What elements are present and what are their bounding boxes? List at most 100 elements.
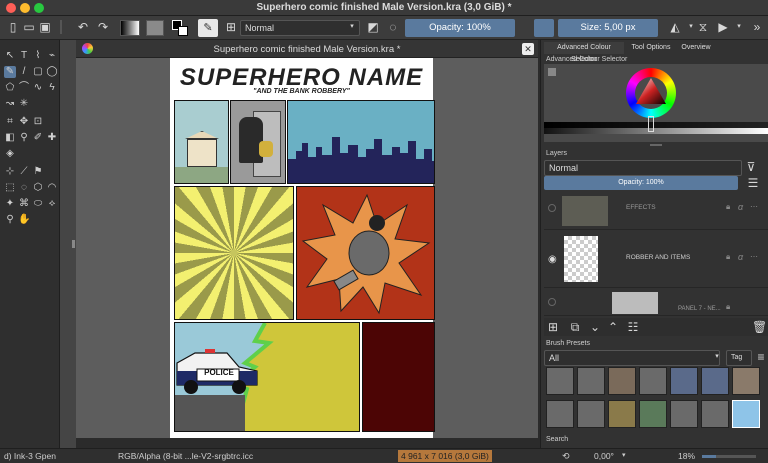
lock-icon[interactable]: 🔒︎ bbox=[726, 302, 730, 312]
colour-triangle[interactable] bbox=[634, 76, 668, 110]
brush-preset-9[interactable] bbox=[577, 400, 605, 428]
visibility-eye-icon[interactable]: ◉ bbox=[548, 254, 557, 265]
rect-select-icon[interactable]: ⬚ bbox=[4, 182, 16, 194]
zoom-value[interactable]: 18% bbox=[678, 451, 695, 461]
brush-preset-12[interactable] bbox=[670, 400, 698, 428]
bezier-tool-icon[interactable]: ∿ bbox=[32, 82, 44, 94]
rotation-icon[interactable]: ⟲ bbox=[562, 451, 570, 462]
multibrush-icon[interactable]: ✳ bbox=[18, 98, 30, 110]
text-tool-icon[interactable]: T bbox=[18, 50, 30, 62]
more-options-icon[interactable]: » bbox=[750, 20, 764, 34]
tab-tool-options[interactable]: Tool Options bbox=[626, 42, 676, 54]
brush-preset-3[interactable] bbox=[608, 367, 636, 395]
filter-icon[interactable]: ⊽ bbox=[744, 160, 758, 174]
layer-menu-icon[interactable]: ⋯ bbox=[750, 202, 758, 211]
wrap-around-icon[interactable]: ▶ bbox=[716, 20, 730, 34]
similar-select-icon[interactable]: ⌘ bbox=[18, 198, 30, 210]
rotation-value[interactable]: 0,00° bbox=[594, 451, 614, 461]
brush-preset-2[interactable] bbox=[577, 367, 605, 395]
assistant-tool-icon[interactable]: ⊹ bbox=[4, 166, 16, 178]
fg-bg-color-icon[interactable] bbox=[172, 20, 190, 36]
edit-shapes-icon[interactable]: ⌇ bbox=[32, 50, 44, 62]
bezier-select-icon[interactable]: ⬭ bbox=[32, 198, 44, 210]
brush-preset-8[interactable] bbox=[546, 400, 574, 428]
rectangle-tool-icon[interactable]: ▢ bbox=[32, 66, 44, 78]
dynamic-brush-icon[interactable]: ↝ bbox=[4, 98, 16, 110]
duplicate-layer-icon[interactable]: ⧉ bbox=[568, 320, 582, 334]
layer-properties-icon[interactable]: ☰ bbox=[746, 176, 760, 190]
brush-preset-6[interactable] bbox=[701, 367, 729, 395]
brush-preset-11[interactable] bbox=[639, 400, 667, 428]
layer-menu-icon[interactable]: ⋯ bbox=[750, 252, 758, 261]
brush-tag-select[interactable]: All bbox=[544, 350, 720, 366]
move-up-icon[interactable]: ⌃ bbox=[606, 320, 620, 334]
splitter-handle[interactable] bbox=[72, 240, 75, 248]
brush-view-icon[interactable]: ≡ bbox=[754, 350, 768, 364]
freehand-path-icon[interactable]: ϟ bbox=[46, 82, 58, 94]
size-lock-icon[interactable] bbox=[534, 19, 554, 37]
tag-button[interactable]: Tag bbox=[726, 350, 752, 366]
ellipse-tool-icon[interactable]: ◯ bbox=[46, 66, 58, 78]
smart-patch-icon[interactable]: ✚ bbox=[46, 132, 58, 144]
close-document-icon[interactable]: ✕ bbox=[522, 43, 534, 55]
calligraphy-icon[interactable]: ⌁ bbox=[46, 50, 58, 62]
new-document-icon[interactable]: ▯ bbox=[6, 20, 20, 34]
brush-preset-13[interactable] bbox=[701, 400, 729, 428]
line-tool-icon[interactable]: / bbox=[18, 66, 30, 78]
dock-splitter[interactable] bbox=[650, 144, 662, 146]
redo-icon[interactable]: ↷ bbox=[96, 20, 110, 34]
freehand-select-icon[interactable]: ◠ bbox=[46, 182, 58, 194]
move-down-icon[interactable]: ⌄ bbox=[588, 320, 602, 334]
brush-search-label[interactable]: Search bbox=[546, 436, 568, 443]
lock-icon[interactable]: 🔒︎ bbox=[726, 202, 730, 212]
colour-selector-area[interactable] bbox=[544, 64, 768, 142]
eraser-mode-icon[interactable]: ◩ bbox=[366, 20, 380, 34]
alpha-lock-icon[interactable]: α bbox=[738, 252, 743, 262]
mirror-horizontal-icon[interactable]: ◭ bbox=[668, 20, 682, 34]
preserve-alpha-icon[interactable]: ◌ bbox=[386, 20, 400, 34]
open-folder-icon[interactable]: ▭ bbox=[22, 20, 36, 34]
layer-row-effects[interactable]: EFFECTS 🔒︎ α ⋯ bbox=[544, 194, 768, 230]
transform-tool-icon[interactable]: ⊡ bbox=[32, 116, 44, 128]
blend-mode-select[interactable]: Normal bbox=[240, 20, 360, 36]
save-icon[interactable]: ▣ bbox=[38, 20, 52, 34]
reference-tool-icon[interactable]: ⚑ bbox=[32, 166, 44, 178]
brush-preset-1[interactable] bbox=[546, 367, 574, 395]
polygon-tool-icon[interactable]: ⬠ bbox=[4, 82, 16, 94]
colorize-mask-icon[interactable]: ✐ bbox=[32, 132, 44, 144]
gradient-tool-icon[interactable]: ◧ bbox=[4, 132, 16, 144]
polyline-tool-icon[interactable]: ⌒ bbox=[18, 82, 30, 94]
visibility-toggle-icon[interactable] bbox=[548, 298, 556, 306]
zoom-tool-icon[interactable]: ⚲ bbox=[4, 214, 16, 226]
delete-layer-icon[interactable]: 🗑︎ bbox=[752, 320, 767, 334]
ellipse-select-icon[interactable]: ◌ bbox=[18, 182, 30, 194]
undo-icon[interactable]: ↶ bbox=[76, 20, 90, 34]
select-shapes-icon[interactable]: ↖ bbox=[4, 50, 16, 62]
opacity-slider[interactable]: Opacity: 100% bbox=[405, 19, 515, 37]
comic-page[interactable]: SUPERHERO NAME "AND THE BANK ROBBERY" PO… bbox=[170, 58, 435, 438]
add-layer-icon[interactable]: ⊞ bbox=[546, 320, 560, 334]
pattern-preset-button[interactable] bbox=[146, 20, 164, 36]
freehand-brush-icon[interactable]: ✎ bbox=[4, 66, 16, 78]
document-tab[interactable]: Superhero comic finished Male Version.kr… bbox=[76, 40, 538, 58]
size-slider[interactable]: Size: 5,00 px bbox=[558, 19, 658, 37]
colour-settings-icon[interactable] bbox=[548, 68, 556, 76]
fill-tool-icon[interactable]: ◈ bbox=[4, 148, 16, 160]
magnetic-select-icon[interactable]: ⟡ bbox=[46, 198, 58, 210]
tab-overview[interactable]: Overview bbox=[678, 42, 714, 54]
pan-tool-icon[interactable]: ✋ bbox=[18, 214, 30, 226]
alpha-lock-icon[interactable]: α bbox=[738, 202, 743, 212]
measure-tool-icon[interactable]: ⟋ bbox=[18, 166, 30, 178]
visibility-toggle-icon[interactable] bbox=[548, 204, 556, 212]
mirror-vertical-icon[interactable]: ⧖ bbox=[696, 20, 710, 34]
brush-preset-4[interactable] bbox=[639, 367, 667, 395]
brush-preset-selected[interactable] bbox=[732, 400, 760, 428]
brush-preset-5[interactable] bbox=[670, 367, 698, 395]
brush-preset-icon[interactable]: ✎ bbox=[198, 19, 218, 37]
layer-opacity-slider[interactable]: Opacity: 100% bbox=[544, 176, 738, 190]
layer-row-robber[interactable]: ◉ ROBBER AND ITEMS 🔒︎ α ⋯ bbox=[544, 232, 768, 288]
move-tool-icon[interactable]: ✥ bbox=[18, 116, 30, 128]
tab-advanced-colour-selector[interactable]: Advanced Colour Selector bbox=[544, 42, 624, 63]
crop-tool-icon[interactable]: ⌗ bbox=[4, 116, 16, 128]
polygon-select-icon[interactable]: ⬡ bbox=[32, 182, 44, 194]
